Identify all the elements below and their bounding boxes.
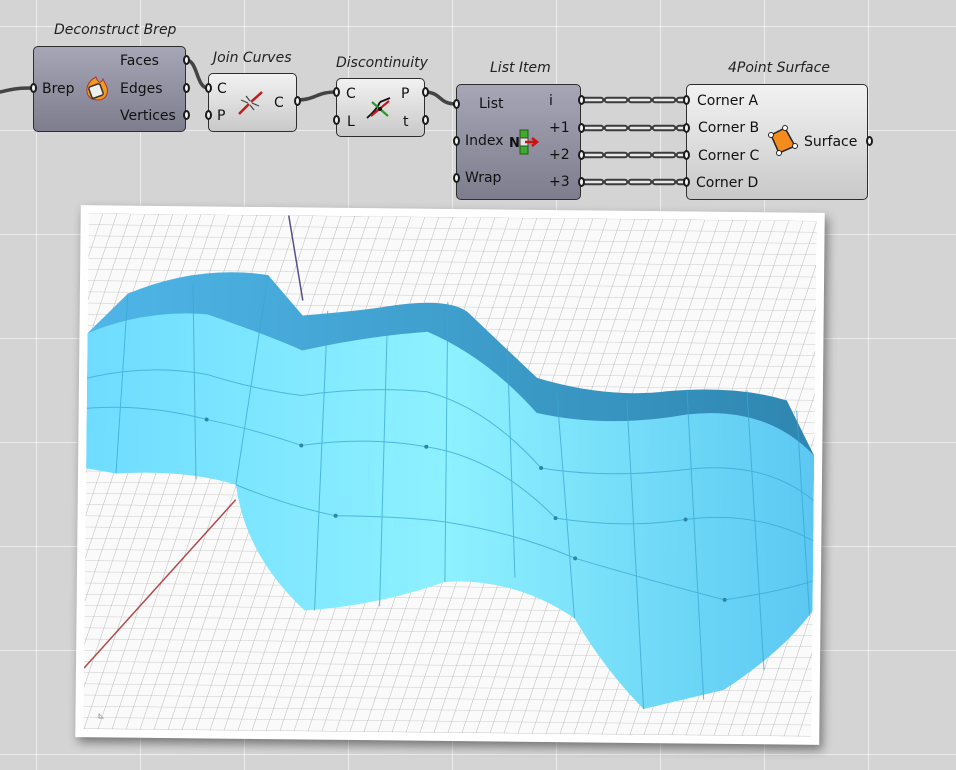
output-t-label: t bbox=[403, 114, 409, 130]
four-point-surface-component[interactable]: Corner A Corner B Corner C Corner D Surf… bbox=[686, 84, 868, 200]
output-edges-label: Edges bbox=[120, 81, 163, 97]
input-port-corner-c[interactable] bbox=[683, 150, 690, 160]
output-plus2-label: +2 bbox=[549, 147, 570, 163]
discontinuity-icon bbox=[366, 97, 391, 119]
surface-render: ⊾ bbox=[83, 213, 817, 737]
input-corner-c-label: Corner C bbox=[698, 148, 760, 164]
input-brep-label: Brep bbox=[42, 81, 75, 97]
input-port-corner-a[interactable] bbox=[683, 95, 690, 105]
join-curves-title: Join Curves bbox=[213, 50, 292, 66]
output-port-plus3[interactable] bbox=[578, 177, 585, 187]
output-plus3-label: +3 bbox=[549, 174, 570, 190]
output-c-label: C bbox=[274, 95, 284, 111]
four-point-surface-title: 4Point Surface bbox=[728, 60, 830, 76]
input-p-label: P bbox=[217, 108, 226, 124]
output-port-c[interactable] bbox=[294, 96, 301, 106]
join-curves-icon bbox=[238, 91, 263, 115]
output-port-p[interactable] bbox=[422, 87, 429, 97]
input-list-label: List bbox=[479, 96, 504, 112]
discontinuity-component[interactable]: C L P t bbox=[336, 78, 425, 137]
input-corner-d-label: Corner D bbox=[696, 175, 759, 191]
output-faces-label: Faces bbox=[120, 53, 159, 69]
output-port-i[interactable] bbox=[578, 95, 585, 105]
deconstruct-brep-component[interactable]: Brep Faces Edges Vertices bbox=[33, 46, 186, 132]
list-item-icon: N bbox=[509, 129, 540, 155]
viewport-preview-image: ⊾ bbox=[75, 205, 825, 745]
axis-indicator-icon: ⊾ bbox=[97, 711, 105, 721]
output-port-plus2[interactable] bbox=[578, 150, 585, 160]
rhino-viewport: ⊾ bbox=[83, 213, 817, 737]
input-port-c[interactable] bbox=[205, 83, 212, 93]
output-plus1-label: +1 bbox=[549, 120, 570, 136]
deconstruct-brep-title: Deconstruct Brep bbox=[54, 22, 177, 38]
output-p-label: P bbox=[401, 86, 410, 102]
list-item-title: List Item bbox=[490, 60, 551, 76]
output-port-t[interactable] bbox=[422, 115, 429, 125]
input-port-index[interactable] bbox=[453, 136, 460, 146]
output-vertices-label: Vertices bbox=[120, 108, 176, 124]
input-port-wrap[interactable] bbox=[453, 173, 460, 183]
discontinuity-title: Discontinuity bbox=[336, 55, 428, 71]
join-curves-component[interactable]: C P C bbox=[208, 73, 297, 132]
output-port-surface[interactable] bbox=[866, 136, 873, 146]
input-c-label: C bbox=[217, 81, 227, 97]
output-port-edges[interactable] bbox=[183, 83, 190, 93]
input-index-label: Index bbox=[465, 133, 504, 149]
input-corner-a-label: Corner A bbox=[697, 93, 759, 109]
list-item-component[interactable]: List Index Wrap i +1 +2 +3 N bbox=[456, 84, 581, 200]
input-wrap-label: Wrap bbox=[465, 170, 502, 186]
output-surface-label: Surface bbox=[804, 134, 858, 150]
four-point-surface-icon bbox=[768, 125, 798, 156]
input-port-l[interactable] bbox=[333, 115, 340, 125]
output-port-plus1[interactable] bbox=[578, 123, 585, 133]
svg-text:N: N bbox=[509, 136, 520, 151]
input-corner-b-label: Corner B bbox=[698, 120, 760, 136]
output-i-label: i bbox=[549, 93, 553, 109]
brep-explode-icon bbox=[86, 76, 108, 101]
input-port-corner-d[interactable] bbox=[683, 177, 690, 187]
input-port-c[interactable] bbox=[333, 87, 340, 97]
output-port-faces[interactable] bbox=[183, 55, 190, 65]
input-l-label: L bbox=[347, 114, 355, 130]
input-port-list[interactable] bbox=[453, 99, 460, 109]
output-port-vertices[interactable] bbox=[183, 110, 190, 120]
input-port-corner-b[interactable] bbox=[683, 123, 690, 133]
input-c-label: C bbox=[346, 86, 356, 102]
input-port-p[interactable] bbox=[205, 110, 212, 120]
input-port-brep[interactable] bbox=[30, 83, 37, 93]
